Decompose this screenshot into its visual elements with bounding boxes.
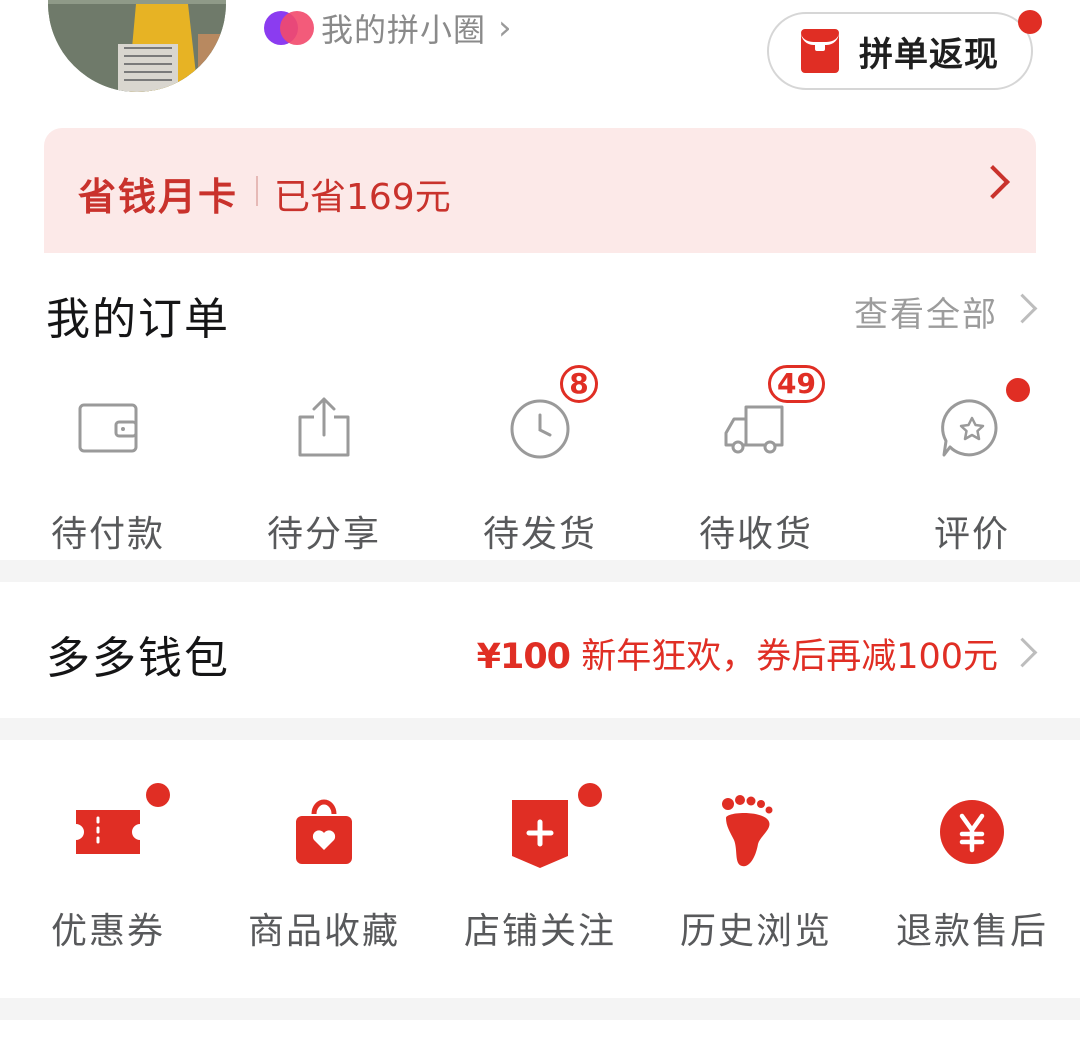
clock-icon [500, 389, 580, 469]
orders-section: 我的订单 查看全部 待付款 待分享 待发货 8 待收货 49 评价 [0, 253, 1080, 560]
order-label: 待付款 [50, 514, 165, 555]
wallet-promo[interactable]: ¥100 新年狂欢，券后再减100元 [477, 628, 998, 679]
store-follow-icon [500, 792, 580, 872]
wallet-icon [68, 389, 148, 469]
share-icon [284, 389, 364, 469]
count-badge: 8 [560, 365, 598, 403]
tool-favorites[interactable]: 商品收藏 [216, 792, 432, 954]
order-label: 待分享 [266, 514, 381, 555]
order-pending-receipt[interactable]: 待收货 [648, 389, 864, 557]
tool-coupons[interactable]: 优惠券 [0, 792, 216, 954]
pin-circle-label: 我的拼小圈 [321, 11, 487, 49]
savings-card-title: 省钱月卡 [78, 175, 239, 219]
chevron-right-icon [1007, 637, 1038, 668]
tool-refund[interactable]: 退款售后 [864, 792, 1080, 954]
order-review[interactable]: 评价 [864, 389, 1080, 557]
pin-circle-link[interactable]: 我的拼小圈 › [263, 6, 512, 50]
review-icon [932, 389, 1012, 469]
tool-label: 退款售后 [895, 911, 1048, 952]
coupon-icon [68, 792, 148, 872]
order-label: 待发货 [482, 514, 597, 555]
notification-dot [1018, 10, 1042, 34]
tool-label: 历史浏览 [679, 911, 832, 952]
red-envelope-icon [801, 29, 839, 73]
footprint-icon [716, 792, 796, 872]
tool-label: 店铺关注 [463, 911, 616, 952]
tool-label: 优惠券 [50, 911, 165, 952]
savings-card[interactable]: 省钱月卡 已省169元 [44, 128, 1036, 253]
order-pending-payment[interactable]: 待付款 [0, 389, 216, 557]
tools-section: 优惠券 商品收藏 店铺关注 历史浏览 退款售后 [0, 740, 1080, 998]
pin-circle-logo-icon [263, 8, 315, 48]
order-pending-shipment[interactable]: 待发货 [432, 389, 648, 557]
group-cashback-button[interactable]: 拼单返现 [767, 12, 1033, 90]
wallet-row[interactable]: 多多钱包 ¥100 新年狂欢，券后再减100元 [0, 582, 1080, 718]
avatar[interactable] [48, 0, 226, 92]
notification-dot [1006, 378, 1030, 402]
cashback-label: 拼单返现 [859, 34, 999, 75]
tool-label: 商品收藏 [247, 911, 400, 952]
divider [256, 176, 258, 206]
view-all-orders-link[interactable]: 查看全部 [854, 287, 998, 336]
chevron-right-icon: › [498, 8, 512, 48]
chevron-right-icon [976, 165, 1010, 199]
wallet-amount: ¥100 [476, 637, 571, 677]
tool-history[interactable]: 历史浏览 [648, 792, 864, 954]
wallet-title: 多多钱包 [46, 633, 230, 684]
wallet-promo-text: 新年狂欢，券后再减100元 [581, 637, 998, 677]
favorites-bag-icon [284, 792, 364, 872]
chevron-right-icon [1007, 293, 1038, 324]
next-section-edge [0, 1020, 1080, 1043]
order-label: 评价 [933, 514, 1010, 555]
order-pending-share[interactable]: 待分享 [216, 389, 432, 557]
profile-header: 我的拼小圈 › 拼单返现 省钱月卡 已省169元 [0, 0, 1080, 253]
refund-yen-icon [932, 792, 1012, 872]
count-badge: 49 [768, 365, 825, 403]
tool-store-follow[interactable]: 店铺关注 [432, 792, 648, 954]
order-label: 待收货 [698, 514, 813, 555]
orders-title: 我的订单 [46, 294, 230, 345]
notification-dot [146, 783, 170, 807]
savings-amount: 已省169元 [274, 177, 451, 218]
notification-dot [578, 783, 602, 807]
